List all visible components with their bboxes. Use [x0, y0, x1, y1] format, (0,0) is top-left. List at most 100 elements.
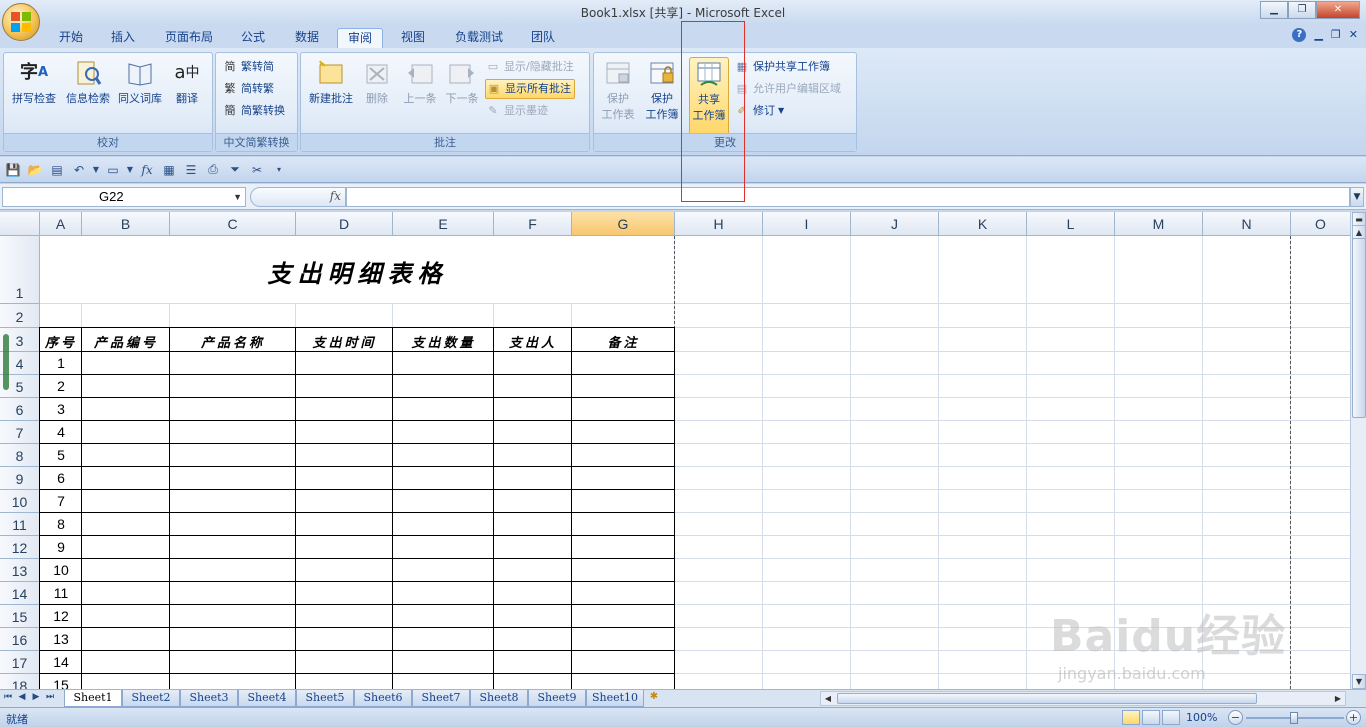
function-icon[interactable]: fx [138, 161, 156, 179]
new-comment-button[interactable]: 新建批注 [305, 57, 357, 107]
save-icon[interactable]: 💾 [4, 161, 22, 179]
insert-function-icon[interactable]: fx [330, 189, 341, 203]
table-header-cell[interactable]: 产品名称 [170, 332, 296, 352]
zoom-level[interactable]: 100% [1186, 711, 1217, 724]
serial-cell[interactable]: 13 [40, 631, 82, 649]
tab-data[interactable]: 数据 [286, 28, 328, 48]
column-header-d[interactable]: D [296, 212, 393, 236]
table-header-cell[interactable]: 序号 [40, 332, 82, 352]
serial-cell[interactable]: 10 [40, 562, 82, 580]
scroll-right-icon[interactable]: ▶ [1331, 692, 1345, 705]
allow-edit-ranges-button[interactable]: ▤ 允许用户编辑区域 [734, 79, 841, 99]
protect-sheet-button[interactable]: 保护 工作表 [598, 57, 638, 123]
row-header-7[interactable]: 7 [0, 421, 40, 444]
minimize-button[interactable]: ▁ [1260, 1, 1288, 19]
serial-cell[interactable]: 8 [40, 516, 82, 534]
row-header-11[interactable]: 11 [0, 513, 40, 536]
sheet-tab-sheet5[interactable]: Sheet5 [296, 690, 354, 707]
row-header-17[interactable]: 17 [0, 651, 40, 674]
row-header-9[interactable]: 9 [0, 467, 40, 490]
border-icon[interactable]: ▭ [104, 161, 122, 179]
filter-icon[interactable]: ⏷ [226, 161, 244, 179]
column-header-b[interactable]: B [82, 212, 170, 236]
dropdown-arrow-icon[interactable]: ▼ [126, 161, 134, 179]
sheet-tab-sheet6[interactable]: Sheet6 [354, 690, 412, 707]
tab-view[interactable]: 视图 [392, 28, 434, 48]
serial-cell[interactable]: 3 [40, 401, 82, 419]
column-header-h[interactable]: H [675, 212, 763, 236]
show-all-comments-button[interactable]: ▣ 显示所有批注 [485, 79, 575, 99]
list-icon[interactable]: ☰ [182, 161, 200, 179]
normal-view-icon[interactable] [1122, 710, 1140, 725]
tab-review[interactable]: 审阅 [337, 28, 383, 48]
chevron-down-icon[interactable]: ▼ [233, 188, 242, 206]
select-all-corner[interactable] [0, 212, 40, 236]
restore-button[interactable]: ❐ [1288, 1, 1316, 19]
office-button[interactable] [2, 3, 40, 41]
translate-button[interactable]: a中 翻译 [164, 57, 210, 107]
column-header-e[interactable]: E [393, 212, 494, 236]
row-header-8[interactable]: 8 [0, 444, 40, 467]
dropdown-arrow-icon[interactable]: ▼ [92, 161, 100, 179]
worksheet-grid[interactable]: A B C D E F G H I J K L M N O 1 2 3 4 5 6 7 8 9 10 11 12 13 14 15 16 17… [0, 212, 1350, 689]
sheet-tab-sheet3[interactable]: Sheet3 [180, 690, 238, 707]
serial-cell[interactable]: 9 [40, 539, 82, 557]
serial-cell[interactable]: 5 [40, 447, 82, 465]
next-sheet-icon[interactable]: ▶ [30, 692, 42, 702]
table-header-cell[interactable]: 备注 [572, 332, 675, 352]
customize-toolbar-icon[interactable]: ▾ [270, 161, 288, 179]
protect-workbook-button[interactable]: 保护 工作簿 [640, 57, 684, 123]
horizontal-scrollbar[interactable]: ◀ ▶ [820, 691, 1346, 706]
scroll-down-icon[interactable]: ▼ [1352, 674, 1366, 689]
scroll-left-icon[interactable]: ◀ [821, 692, 835, 705]
row-header-1[interactable]: 1 [0, 236, 40, 304]
tab-home[interactable]: 开始 [50, 28, 92, 48]
row-header-13[interactable]: 13 [0, 559, 40, 582]
vertical-scroll-thumb[interactable] [1352, 238, 1366, 418]
previous-comment-button[interactable]: 上一条 [399, 57, 441, 107]
to-traditional-button[interactable]: 繁简转繁 [222, 79, 275, 99]
page-layout-view-icon[interactable] [1142, 710, 1160, 725]
sheet-tab-sheet2[interactable]: Sheet2 [122, 690, 180, 707]
column-header-i[interactable]: I [763, 212, 851, 236]
tab-formulas[interactable]: 公式 [232, 28, 274, 48]
table-header-cell[interactable]: 支出人 [494, 332, 572, 352]
tab-page-layout[interactable]: 页面布局 [156, 28, 222, 48]
formula-input[interactable] [346, 187, 1350, 207]
serial-cell[interactable]: 1 [40, 355, 82, 373]
expand-formula-bar-icon[interactable]: ▼ [1350, 187, 1364, 207]
conversion-button[interactable]: 簡简繁转换 [222, 101, 286, 121]
column-header-n[interactable]: N [1203, 212, 1291, 236]
to-simplified-button[interactable]: 简繁转简 [222, 57, 275, 77]
ribbon-minimize-icon[interactable]: ▁ [1314, 28, 1322, 42]
open-icon[interactable]: 📂 [26, 161, 44, 179]
thesaurus-button[interactable]: 同义词库 [114, 57, 166, 107]
column-header-a[interactable]: A [40, 212, 82, 236]
serial-cell[interactable]: 12 [40, 608, 82, 626]
show-ink-button[interactable]: ✎ 显示墨迹 [485, 101, 548, 121]
tab-insert[interactable]: 插入 [102, 28, 144, 48]
sheet-tab-sheet4[interactable]: Sheet4 [238, 690, 296, 707]
sheet-tab-sheet8[interactable]: Sheet8 [470, 690, 528, 707]
vertical-scrollbar[interactable]: ▬ ▲ ▼ [1350, 212, 1366, 689]
spelling-button[interactable]: 字A 拼写检查 [8, 57, 60, 107]
row-header-16[interactable]: 16 [0, 628, 40, 651]
column-header-c[interactable]: C [170, 212, 296, 236]
name-box[interactable]: G22 ▼ [2, 187, 246, 207]
show-hide-comment-button[interactable]: ▭ 显示/隐藏批注 [485, 57, 574, 77]
column-header-g[interactable]: G [572, 212, 675, 236]
column-header-j[interactable]: J [851, 212, 939, 236]
zoom-in-icon[interactable]: + [1346, 710, 1361, 725]
serial-cell[interactable]: 4 [40, 424, 82, 442]
previous-sheet-icon[interactable]: ◀ [16, 692, 28, 702]
row-header-14[interactable]: 14 [0, 582, 40, 605]
format-painter-icon[interactable]: ✂ [248, 161, 266, 179]
delete-comment-button[interactable]: 删除 [357, 57, 397, 107]
column-header-l[interactable]: L [1027, 212, 1115, 236]
table-header-cell[interactable]: 支出数量 [393, 332, 494, 352]
sheet-tab-sheet7[interactable]: Sheet7 [412, 690, 470, 707]
column-header-m[interactable]: M [1115, 212, 1203, 236]
column-header-o[interactable]: O [1291, 212, 1350, 236]
table-header-cell[interactable]: 产品编号 [82, 332, 170, 352]
serial-cell[interactable]: 11 [40, 585, 82, 603]
